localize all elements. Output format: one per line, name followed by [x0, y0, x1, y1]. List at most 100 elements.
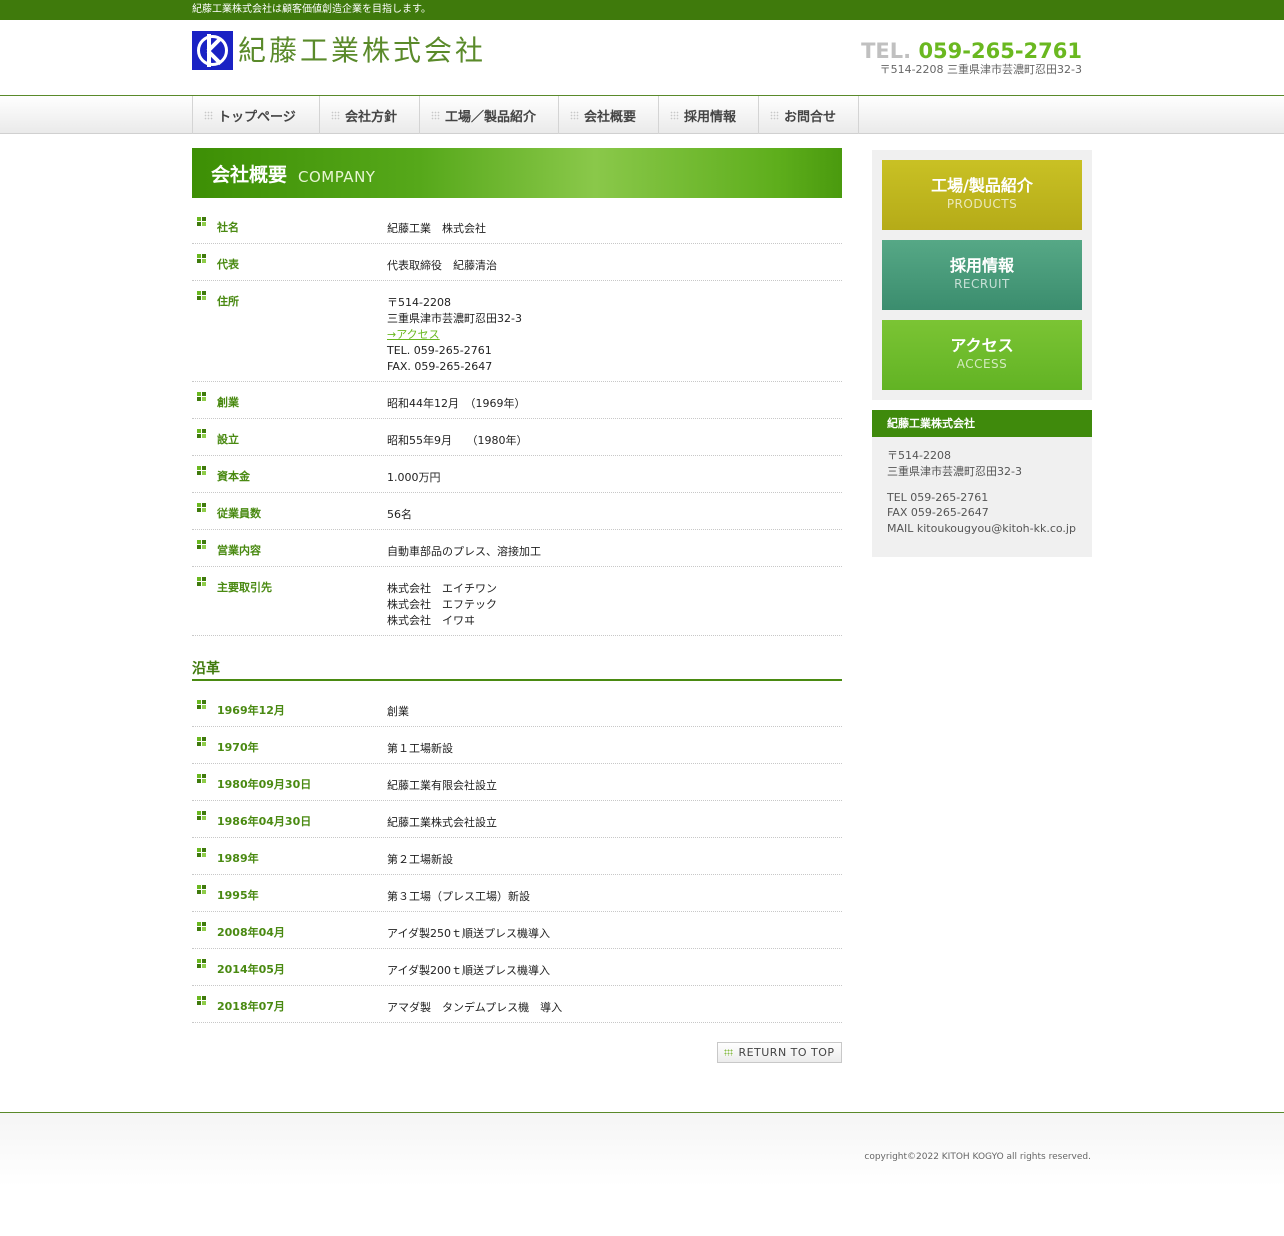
table-row: 2018年07月 アマダ製 タンデムプレス機 導入 — [192, 986, 842, 1023]
table-row: 代表 代表取締役 紀藤清治 — [192, 244, 842, 281]
tel-label: TEL. — [861, 39, 912, 63]
info-fax: FAX 059-265-2647 — [887, 506, 989, 519]
table-row: 主要取引先 株式会社 エイチワン 株式会社 エフテック 株式会社 イワヰ — [192, 567, 842, 636]
info-tel: TEL 059-265-2761 — [887, 491, 989, 504]
row-value: 紀藤工業 株式会社 — [387, 222, 486, 235]
access-banner[interactable]: アクセス ACCESS — [882, 320, 1082, 390]
products-banner[interactable]: 工場/製品紹介 PRODUCTS — [882, 160, 1082, 230]
page-title-en: COMPANY — [298, 168, 376, 186]
row-bullet-icon — [197, 503, 206, 512]
row-value: 昭和55年9月 （1980年） — [387, 434, 528, 447]
row-label: 代表 — [217, 258, 239, 271]
nav-item-company[interactable]: 会社概要 — [559, 96, 659, 134]
history-event: アマダ製 タンデムプレス機 導入 — [387, 1001, 563, 1014]
banner-subtitle: RECRUIT — [954, 277, 1010, 291]
nav-item-contact[interactable]: お問合せ — [759, 96, 859, 134]
history-date: 1995年 — [217, 889, 259, 902]
header-phone: TEL. 059-265-2761 — [861, 38, 1082, 64]
row-value: 昭和44年12月 （1969年） — [387, 397, 526, 410]
table-row: 2008年04月 アイダ製250ｔ順送プレス機導入 — [192, 912, 842, 949]
sidebar-banners: 工場/製品紹介 PRODUCTS 採用情報 RECRUIT アクセス ACCES… — [872, 150, 1092, 400]
row-bullet-icon — [197, 811, 206, 820]
nav-label: トップページ — [218, 109, 296, 125]
nav-bullet-icon — [331, 110, 340, 120]
company-info-box: 紀藤工業株式会社 〒514-2208 三重県津市芸濃町忍田32-3 TEL 05… — [872, 410, 1092, 557]
history-event: 紀藤工業有限会社設立 — [387, 779, 497, 792]
history-date: 2008年04月 — [217, 926, 285, 939]
info-address: 三重県津市芸濃町忍田32-3 — [887, 465, 1022, 478]
access-link[interactable]: →アクセス — [387, 328, 440, 341]
table-row: 1969年12月 創業 — [192, 690, 842, 727]
history-date: 1970年 — [217, 741, 259, 754]
nav-bullet-icon — [670, 110, 679, 120]
nav-item-top[interactable]: トップページ — [193, 96, 320, 134]
row-bullet-icon — [197, 848, 206, 857]
row-value: 自動車部品のプレス、溶接加工 — [387, 545, 541, 558]
history-event: アイダ製200ｔ順送プレス機導入 — [387, 964, 551, 977]
history-date: 1980年09月30日 — [217, 778, 312, 791]
row-bullet-icon — [197, 700, 206, 709]
row-value: 株式会社 エイチワン 株式会社 エフテック 株式会社 イワヰ — [387, 582, 497, 627]
row-bullet-icon — [197, 577, 206, 586]
company-logo-icon[interactable] — [192, 31, 233, 70]
table-row: 設立 昭和55年9月 （1980年） — [192, 419, 842, 456]
row-label: 主要取引先 — [217, 581, 272, 594]
history-event: 紀藤工業株式会社設立 — [387, 816, 497, 829]
row-bullet-icon — [197, 291, 206, 300]
table-row: 社名 紀藤工業 株式会社 — [192, 207, 842, 244]
table-row: 従業員数 56名 — [192, 493, 842, 530]
row-bullet-icon — [197, 774, 206, 783]
nav-label: お問合せ — [784, 109, 837, 125]
history-heading: 沿革 — [192, 660, 842, 681]
nav-bullet-icon — [431, 110, 440, 120]
header-address: 〒514-2208 三重県津市芸濃町忍田32-3 — [879, 63, 1082, 76]
history-event: 第１工場新設 — [387, 742, 453, 755]
return-to-top-button[interactable]: RETURN TO TOP — [717, 1042, 842, 1063]
nav-item-products[interactable]: 工場／製品紹介 — [420, 96, 559, 134]
row-bullet-icon — [197, 392, 206, 401]
nav-label: 会社概要 — [584, 109, 637, 125]
history-event: 第３工場（プレス工場）新設 — [387, 890, 530, 903]
table-row: 1986年04月30日 紀藤工業株式会社設立 — [192, 801, 842, 838]
table-row: 資本金 1.000万円 — [192, 456, 842, 493]
recruit-banner[interactable]: 採用情報 RECRUIT — [882, 240, 1082, 310]
row-bullet-icon — [197, 466, 206, 475]
table-row: 2014年05月 アイダ製200ｔ順送プレス機導入 — [192, 949, 842, 986]
main-nav: トップページ 会社方針 工場／製品紹介 会社概要 採用情報 お問合せ — [0, 95, 1284, 134]
nav-bullet-icon — [770, 110, 779, 120]
nav-item-policy[interactable]: 会社方針 — [320, 96, 420, 134]
row-value: 56名 — [387, 508, 412, 521]
top-bar: 紀藤工業株式会社は顧客価値創造企業を目指します。 — [0, 0, 1284, 20]
banner-subtitle: ACCESS — [956, 357, 1008, 371]
row-bullet-icon — [197, 737, 206, 746]
page-title: 会社概要 — [211, 164, 288, 186]
history-date: 2018年07月 — [217, 1000, 285, 1013]
banner-title: 採用情報 — [949, 256, 1014, 275]
row-bullet-icon — [197, 217, 206, 226]
nav-label: 工場／製品紹介 — [445, 109, 537, 125]
table-row: 営業内容 自動車部品のプレス、溶接加工 — [192, 530, 842, 567]
history-date: 1986年04月30日 — [217, 815, 312, 828]
row-label: 社名 — [217, 221, 239, 234]
history-event: 第２工場新設 — [387, 853, 453, 866]
row-bullet-icon — [197, 885, 206, 894]
info-mail[interactable]: MAIL kitoukougyou@kitoh-kk.co.jp — [887, 522, 1076, 536]
table-row: 創業 昭和44年12月 （1969年） — [192, 382, 842, 419]
row-value: 代表取締役 紀藤清治 — [387, 259, 497, 272]
row-label: 設立 — [217, 433, 239, 446]
history-date: 1989年 — [217, 852, 259, 865]
row-bullet-icon — [197, 996, 206, 1005]
row-bullet-icon — [197, 959, 206, 968]
tel-number: 059-265-2761 — [918, 39, 1082, 63]
copyright: copyright©2022 KITOH KOGYO all rights re… — [864, 1152, 1091, 1162]
row-bullet-icon — [197, 922, 206, 931]
company-logo-text[interactable]: 紀藤工業株式会社 — [238, 33, 486, 69]
info-postal: 〒514-2208 — [887, 449, 951, 462]
company-table: 社名 紀藤工業 株式会社 代表 代表取締役 紀藤清治 住所 〒514-2208 … — [192, 207, 842, 636]
history-date: 2014年05月 — [217, 963, 285, 976]
nav-item-recruit[interactable]: 採用情報 — [659, 96, 759, 134]
table-row: 1970年 第１工場新設 — [192, 727, 842, 764]
banner-title: 工場/製品紹介 — [931, 176, 1033, 195]
banner-subtitle: PRODUCTS — [946, 197, 1018, 211]
row-value: 1.000万円 — [387, 471, 441, 484]
